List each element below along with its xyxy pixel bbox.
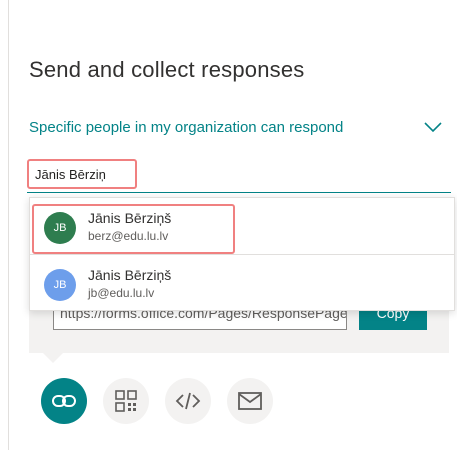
audience-dropdown[interactable]: Specific people in my organization can r… xyxy=(29,110,449,144)
suggestion-name: Jānis Bērziņš xyxy=(88,210,172,226)
panel-title: Send and collect responses xyxy=(29,57,305,82)
share-embed-button[interactable] xyxy=(165,378,211,424)
embed-code-icon xyxy=(175,392,201,410)
avatar: JB xyxy=(44,269,76,301)
share-link-button[interactable] xyxy=(41,378,87,424)
suggestion-email: berz@edu.lu.lv xyxy=(88,229,169,243)
link-area-pointer xyxy=(43,353,63,363)
mail-icon xyxy=(238,392,262,410)
send-responses-panel: Send and collect responses Specific peop… xyxy=(8,0,457,450)
search-underline xyxy=(27,192,451,193)
avatar: JB xyxy=(44,212,76,244)
audience-dropdown-label: Specific people in my organization can r… xyxy=(29,118,344,136)
suggestion-email: jb@edu.lu.lv xyxy=(88,286,155,300)
link-icon xyxy=(52,395,76,407)
share-qr-button[interactable] xyxy=(103,378,149,424)
people-search xyxy=(27,159,451,193)
suggestion-item[interactable]: JB Jānis Bērziņš jb@edu.lu.lv xyxy=(30,255,454,312)
chevron-down-icon xyxy=(424,122,442,133)
share-email-button[interactable] xyxy=(227,378,273,424)
suggestion-name: Jānis Bērziņš xyxy=(88,267,172,283)
suggestion-item[interactable]: JB Jānis Bērziņš berz@edu.lu.lv xyxy=(30,198,454,255)
people-suggestions: JB Jānis Bērziņš berz@edu.lu.lv JB Jānis… xyxy=(29,197,455,311)
people-search-input[interactable] xyxy=(27,159,137,189)
qr-code-icon xyxy=(115,390,137,412)
